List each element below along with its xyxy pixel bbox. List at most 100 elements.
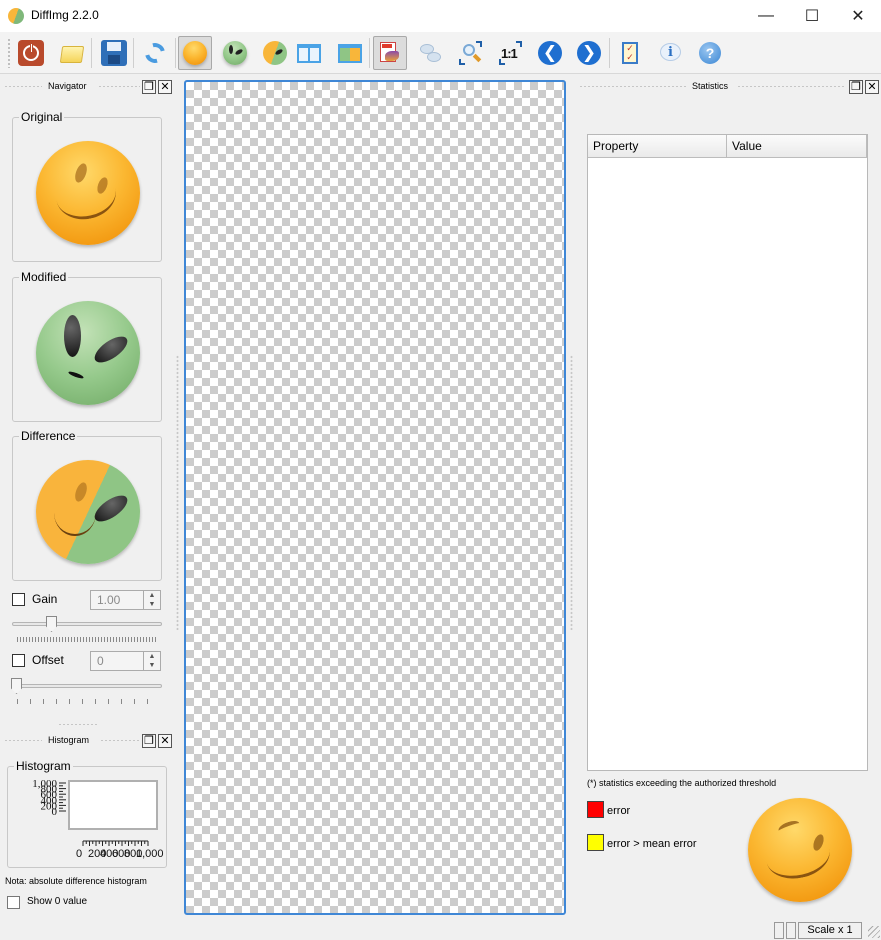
fit-to-window-button[interactable] [454, 36, 488, 70]
gain-spin-arrows[interactable]: ▲ ▼ [143, 591, 160, 609]
histogram-chart: 02004006008001,000 0 2004006008001,000 [32, 778, 163, 860]
zoom-1to1-icon: 1:1 [498, 40, 524, 66]
statistics-dock-title[interactable]: Statistics ❐ ✕ [577, 78, 881, 96]
show-difference-button[interactable] [258, 36, 292, 70]
spin-up-icon[interactable]: ▲ [144, 591, 160, 600]
column-header-property[interactable]: Property [588, 135, 727, 157]
statistics-table[interactable]: Property Value [587, 134, 868, 771]
histogram-x-tick-label: 0 [76, 848, 82, 860]
previous-button[interactable]: ❮ [533, 36, 567, 70]
histogram-plot-area [68, 780, 158, 830]
show-original-button[interactable] [178, 36, 212, 70]
gain-slider[interactable] [12, 622, 162, 626]
toolbar-grip[interactable] [7, 38, 11, 68]
single-view-button[interactable] [333, 36, 367, 70]
speech-bubbles-icon [418, 40, 444, 66]
offset-slider[interactable] [12, 684, 162, 688]
gain-slider-handle[interactable] [46, 616, 57, 632]
offset-spin-arrows[interactable]: ▲ ▼ [143, 652, 160, 670]
next-button[interactable]: ❯ [572, 36, 606, 70]
refresh-button[interactable] [138, 36, 172, 70]
offset-spinbox[interactable]: 0 ▲ ▼ [90, 651, 161, 671]
show-mask-button[interactable] [373, 36, 407, 70]
statistics-title: Statistics [692, 81, 729, 91]
column-header-value[interactable]: Value [727, 135, 867, 157]
toolbar-separator [609, 38, 610, 68]
histogram-dock-title[interactable]: Histogram ❐ ✕ [0, 732, 175, 750]
close-dock-button[interactable]: ✕ [158, 80, 172, 94]
toolbar-separator [369, 38, 370, 68]
show-modified-button[interactable] [218, 36, 252, 70]
navigator-title: Navigator [48, 81, 87, 91]
toolbar-separator [91, 38, 92, 68]
toolbar-separator [133, 38, 134, 68]
smiley-original-icon [183, 41, 207, 65]
single-view-icon [337, 40, 363, 66]
folder-icon [59, 40, 85, 66]
close-button[interactable]: ✕ [835, 0, 881, 32]
difference-thumbnail[interactable] [36, 460, 140, 564]
difference-icon [263, 41, 287, 65]
zoom-fit-icon [458, 40, 484, 66]
mask-icon [377, 40, 403, 66]
comments-button[interactable] [414, 36, 448, 70]
power-icon [18, 40, 44, 66]
spin-down-icon[interactable]: ▼ [144, 600, 160, 609]
gain-slider-ticks [17, 637, 156, 642]
mean-error-swatch [587, 834, 604, 851]
gain-spinbox[interactable]: 1.00 ▲ ▼ [90, 590, 161, 610]
dock-grip [579, 85, 687, 88]
offset-checkbox[interactable] [12, 654, 25, 667]
dock-splitter[interactable] [58, 723, 98, 726]
quit-button[interactable] [14, 36, 48, 70]
minimize-button[interactable]: — [743, 0, 789, 32]
dual-view-button[interactable] [292, 36, 326, 70]
error-swatch [587, 801, 604, 818]
dock-grip [98, 85, 140, 88]
float-button[interactable]: ❐ [142, 80, 156, 94]
modified-group: Modified [12, 270, 162, 422]
image-canvas[interactable] [184, 80, 566, 915]
difference-group: Difference [12, 429, 162, 581]
arrow-right-icon: ❯ [577, 41, 601, 65]
right-splitter[interactable] [570, 355, 573, 630]
help-button[interactable]: ? [693, 36, 727, 70]
status-slot [774, 922, 784, 939]
resize-grip[interactable] [868, 926, 880, 938]
status-smiley-icon [748, 798, 852, 902]
difference-label: Difference [19, 429, 78, 443]
modified-thumbnail[interactable] [36, 301, 140, 405]
spin-down-icon[interactable]: ▼ [144, 661, 160, 670]
spin-up-icon[interactable]: ▲ [144, 652, 160, 661]
main-toolbar: 1:1 ❮ ❯ ✓ ✓ i ? [0, 32, 881, 74]
modified-label: Modified [19, 270, 69, 284]
histogram-dock-label: Histogram [48, 735, 90, 745]
show-zero-checkbox[interactable] [7, 896, 20, 909]
title-bar: DiffImg 2.2.0 — ☐ ✕ [0, 0, 881, 32]
about-button[interactable]: i [654, 36, 688, 70]
checklist-icon: ✓ ✓ [617, 40, 643, 66]
error-legend-label: error [607, 805, 631, 817]
close-dock-button[interactable]: ✕ [865, 80, 879, 94]
navigator-dock-title[interactable]: Navigator ❐ ✕ [0, 78, 175, 96]
save-button[interactable] [97, 36, 131, 70]
close-dock-button[interactable]: ✕ [158, 734, 172, 748]
left-splitter[interactable] [176, 355, 179, 630]
split-view-icon [296, 40, 322, 66]
gain-checkbox[interactable] [12, 593, 25, 606]
preferences-button[interactable]: ✓ ✓ [613, 36, 647, 70]
original-thumbnail[interactable] [36, 141, 140, 245]
window-title: DiffImg 2.2.0 [31, 8, 99, 22]
open-button[interactable] [55, 36, 89, 70]
toolbar-separator [175, 38, 176, 68]
status-slot [786, 922, 796, 939]
original-size-button[interactable]: 1:1 [494, 36, 528, 70]
float-button[interactable]: ❐ [142, 734, 156, 748]
float-button[interactable]: ❐ [849, 80, 863, 94]
help-icon: ? [699, 42, 721, 64]
dock-grip [4, 85, 42, 88]
offset-label: Offset [32, 653, 64, 667]
maximize-button[interactable]: ☐ [789, 0, 835, 32]
offset-slider-handle[interactable] [11, 678, 22, 694]
original-group: Original [12, 110, 162, 262]
